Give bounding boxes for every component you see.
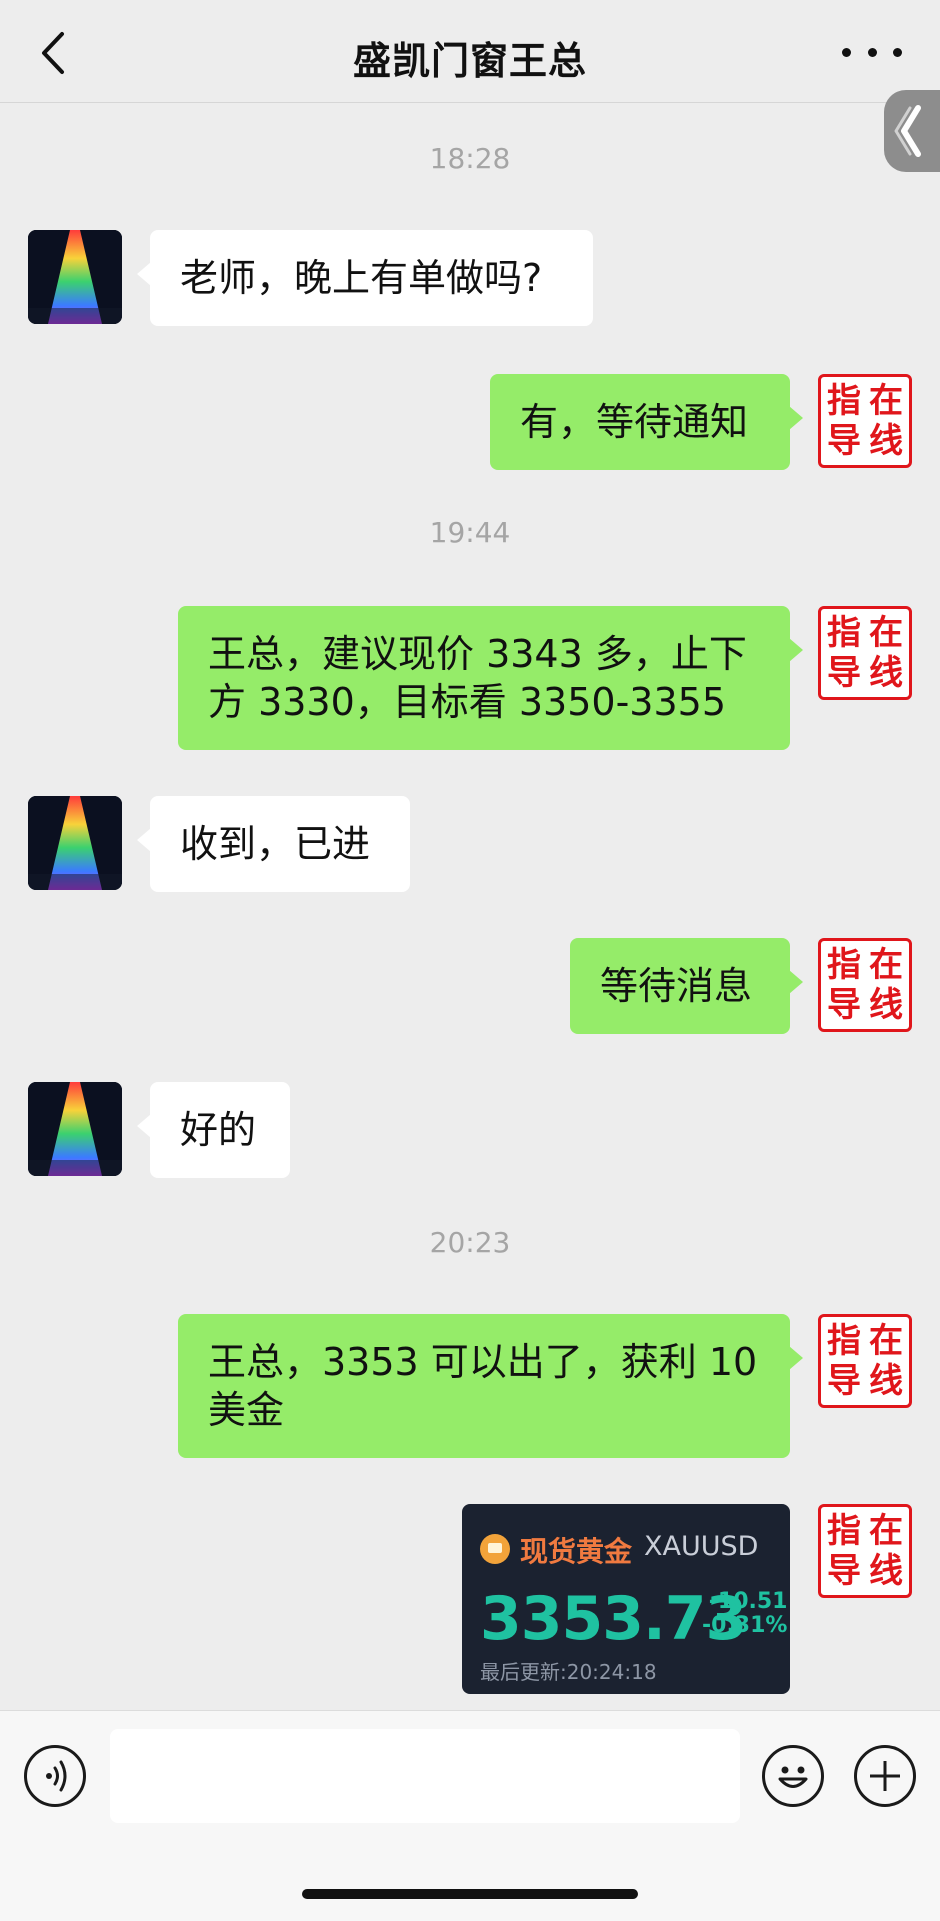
contact-avatar[interactable] (28, 796, 122, 890)
gold-updated-time: 最后更新:20:24:18 (480, 1660, 657, 1684)
contact-avatar[interactable] (28, 1082, 122, 1176)
gold-name: 现货黄金 (520, 1535, 633, 1568)
chat-title: 盛凯门窗王总 (352, 39, 587, 83)
seal-char: 指 (827, 1321, 861, 1361)
timestamp: 20:23 (429, 1226, 511, 1259)
more-dots-icon[interactable] (842, 30, 902, 74)
seal-char: 线 (869, 421, 903, 461)
voice-icon[interactable] (24, 1745, 86, 1807)
message-bubble[interactable]: 王总，3353 可以出了，获利 10 美金 (178, 1314, 803, 1458)
seal-char: 在 (869, 613, 903, 653)
gold-change: -10.51 -0.31% (702, 1590, 787, 1638)
seal-char: 导 (827, 421, 861, 461)
gold-change-value: -10.51 (708, 1589, 788, 1614)
emoji-icon[interactable] (762, 1745, 824, 1807)
seal-char: 在 (869, 381, 903, 421)
self-avatar-seal[interactable]: 指 在 导 线 (818, 606, 912, 700)
seal-char: 导 (827, 1361, 861, 1401)
seal-char: 在 (869, 945, 903, 985)
seal-char: 在 (869, 1321, 903, 1361)
seal-char: 导 (827, 1551, 861, 1591)
seal-char: 指 (827, 1511, 861, 1551)
gold-change-pct: -0.31% (702, 1613, 788, 1638)
seal-char: 指 (827, 613, 861, 653)
message-bubble[interactable]: 好的 (137, 1082, 290, 1178)
seal-char: 指 (827, 945, 861, 985)
seal-char: 指 (827, 381, 861, 421)
message-bubble[interactable]: 有，等待通知 (490, 374, 803, 470)
message-bubble[interactable]: 收到，已进 (137, 796, 410, 892)
message-bubble[interactable]: 等待消息 (570, 938, 803, 1034)
timestamp: 18:28 (429, 142, 511, 175)
home-indicator[interactable] (302, 1889, 638, 1899)
seal-char: 导 (827, 985, 861, 1025)
seal-char: 线 (869, 1361, 903, 1401)
gold-price-image[interactable]: 现货黄金 XAUUSD 3353.73 -10.51 -0.31% 最后更新:2… (462, 1504, 790, 1694)
self-avatar-seal[interactable]: 指 在 导 线 (818, 938, 912, 1032)
seal-char: 线 (869, 653, 903, 693)
self-avatar-seal[interactable]: 指 在 导 线 (818, 1314, 912, 1408)
self-avatar-seal[interactable]: 指 在 导 线 (818, 374, 912, 468)
message-bubble[interactable]: 老师，晚上有单做吗? (137, 230, 593, 326)
seal-char: 线 (869, 985, 903, 1025)
message-bubble[interactable]: 王总，建议现价 3343 多，止下方 3330，目标看 3350-3355 (178, 606, 803, 750)
contact-avatar[interactable] (28, 230, 122, 324)
plus-icon[interactable] (854, 1745, 916, 1807)
gold-symbol: XAUUSD (644, 1531, 759, 1562)
timestamp: 19:44 (429, 516, 511, 549)
seal-char: 在 (869, 1511, 903, 1551)
seal-char: 导 (827, 653, 861, 693)
message-input[interactable] (110, 1729, 740, 1823)
chat-header: 盛凯门窗王总 (0, 0, 940, 103)
gold-coin-icon (480, 1534, 510, 1564)
seal-char: 线 (869, 1551, 903, 1591)
self-avatar-seal[interactable]: 指 在 导 线 (818, 1504, 912, 1598)
